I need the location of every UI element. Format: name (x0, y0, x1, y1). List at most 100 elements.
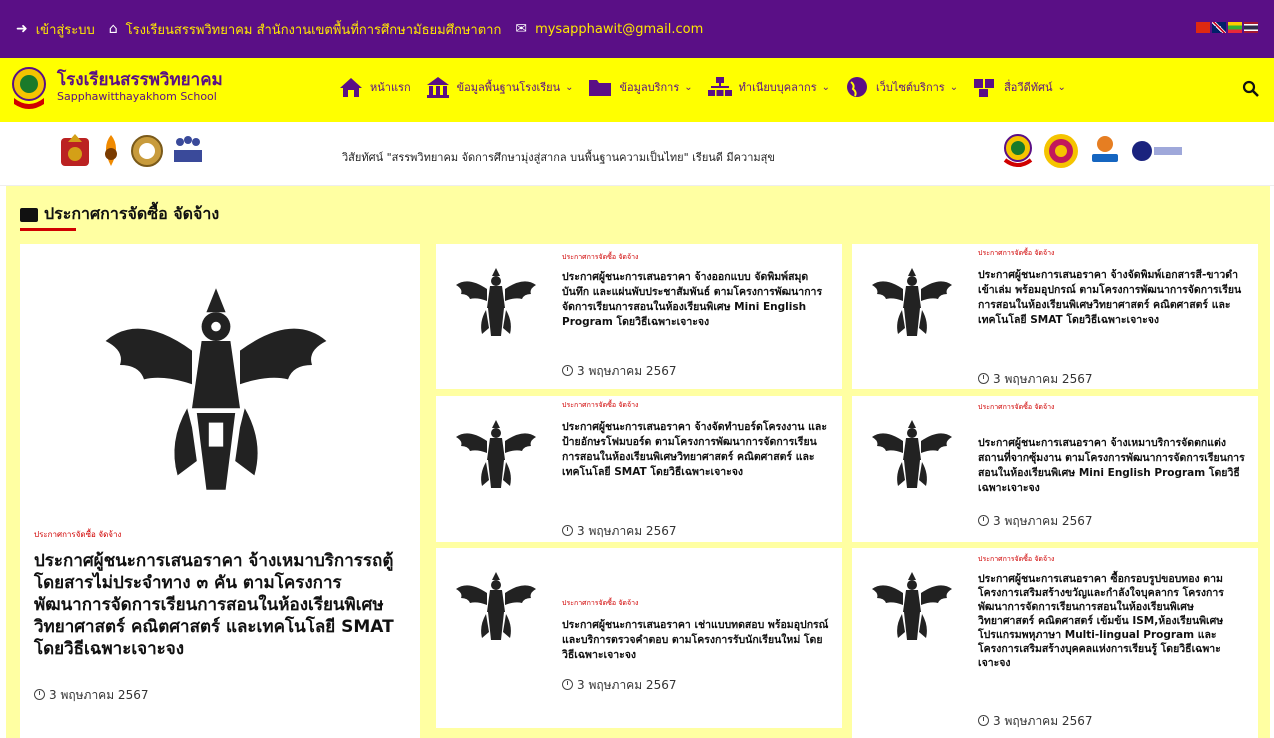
email-label: mysapphawit@gmail.com (535, 21, 704, 37)
post-title-link[interactable]: ประกาศผู้ชนะการเสนอราคา จ้างจัดพิมพ์เอกส… (978, 268, 1248, 328)
brand-name-en: Sapphawitthayakhom School (57, 90, 217, 103)
office-logo-icon (174, 136, 202, 162)
clock-icon (562, 679, 573, 690)
post-date: 3 พฤษภาคม 2567 (562, 362, 676, 381)
chevron-down-icon: ⌄ (684, 81, 693, 93)
ministry-logo-icon (131, 135, 163, 167)
login-label: เข้าสู่ระบบ (35, 22, 95, 38)
school-office-label: โรงเรียนสรรพวิทยาคม สำนักงานเขตพื้นที่กา… (125, 22, 502, 38)
flag-myanmar-icon[interactable] (1228, 22, 1242, 33)
login-icon: ➜ (16, 21, 28, 37)
flag-uk-icon[interactable] (1212, 22, 1226, 33)
post-title-link[interactable]: ประกาศผู้ชนะการเสนอราคา จ้างจัดทำบอร์ดโค… (562, 420, 832, 480)
clock-icon (978, 715, 989, 726)
nav-item-label: สื่อวีดีทัศน์ (1004, 81, 1053, 94)
post-card[interactable]: ประกาศการจัดซื้อ จัดจ้าง ประกาศผู้ชนะการ… (852, 396, 1258, 542)
procurement-section: ประกาศการจัดซื้อ จัดจ้าง ประกาศการจัดซื้… (6, 186, 1270, 738)
garuda-emblem-icon (105, 288, 327, 490)
email-link[interactable]: ✉ mysapphawit@gmail.com (515, 21, 703, 37)
post-category: ประกาศการจัดซื้อ จัดจ้าง (978, 249, 1055, 257)
home-icon (340, 78, 362, 97)
post-card[interactable]: ประกาศการจัดซื้อ จัดจ้าง ประกาศผู้ชนะการ… (436, 548, 842, 728)
school-crest-icon (1003, 134, 1033, 167)
post-date-label: 3 พฤษภาคม 2567 (577, 678, 677, 692)
partner-logos-left (58, 132, 208, 170)
folder-icon (589, 80, 612, 96)
org-chart-icon (707, 77, 732, 96)
post-category: ประกาศการจัดซื้อ จัดจ้าง (978, 555, 1055, 563)
post-date: 3 พฤษภาคม 2567 (978, 370, 1092, 389)
post-title-link[interactable]: ประกาศผู้ชนะการเสนอราคา จ้างออกแบบ จัดพิ… (562, 270, 832, 330)
school-info-icon (426, 77, 449, 98)
school-crest-icon[interactable] (8, 64, 50, 112)
nav-item-services[interactable]: ข้อมูลบริการ ⌄ (587, 75, 693, 99)
chevron-down-icon: ⌄ (821, 81, 830, 93)
garuda-emblem-icon (872, 420, 952, 488)
post-date-label: 3 พฤษภาคม 2567 (49, 688, 149, 702)
section-heading: ประกาศการจัดซื้อ จัดจ้าง (20, 202, 219, 227)
section-underline (20, 228, 76, 231)
post-title-link[interactable]: ประกาศผู้ชนะการเสนอราคา จ้างเหมาบริการรถ… (34, 550, 414, 660)
video-icon (974, 79, 995, 97)
nav-item-label: ข้อมูลบริการ (619, 81, 680, 94)
post-date: 3 พฤษภาคม 2567 (562, 676, 676, 695)
nav-item-videos[interactable]: สื่อวีดีทัศน์ ⌄ (972, 75, 1066, 99)
nav-item-home[interactable]: หน้าแรก (338, 75, 411, 99)
nav-item-websites[interactable]: เว็บไซต์บริการ ⌄ (844, 75, 958, 99)
emblem-logo-icon (61, 134, 89, 166)
post-card[interactable]: ประกาศการจัดซื้อ จัดจ้าง ประกาศผู้ชนะการ… (436, 244, 842, 389)
nav-item-school-info[interactable]: ข้อมูลพื้นฐานโรงเรียน ⌄ (425, 75, 574, 99)
top-bar: ➜ เข้าสู่ระบบ ⌂ โรงเรียนสรรพวิทยาคม สำนั… (0, 0, 1274, 58)
nav-item-label: เว็บไซต์บริการ (876, 81, 945, 94)
post-card[interactable]: ประกาศการจัดซื้อ จัดจ้าง ประกาศผู้ชนะการ… (852, 548, 1258, 738)
login-link[interactable]: ➜ เข้าสู่ระบบ (16, 19, 95, 40)
post-date: 3 พฤษภาคม 2567 (34, 686, 148, 705)
mail-icon: ✉ (515, 21, 528, 37)
nav-item-label: หน้าแรก (370, 81, 411, 94)
flag-china-icon[interactable] (1196, 22, 1210, 33)
garuda-emblem-icon (872, 268, 952, 336)
clock-icon (978, 515, 989, 526)
post-date: 3 พฤษภาคม 2567 (978, 512, 1092, 531)
partner-logos-right (1000, 132, 1184, 170)
post-date: 3 พฤษภาคม 2567 (978, 712, 1092, 731)
language-flags (1196, 22, 1258, 33)
section-title-label: ประกาศการจัดซื้อ จัดจ้าง (44, 204, 220, 223)
garuda-emblem-icon (456, 420, 536, 488)
garuda-emblem-icon (456, 268, 536, 336)
main-nav: โรงเรียนสรรพวิทยาคม Sapphawitthayakhom S… (0, 58, 1274, 122)
nav-item-label: ข้อมูลพื้นฐานโรงเรียน (456, 81, 561, 94)
garuda-emblem-icon (456, 572, 536, 640)
featured-post[interactable]: ประกาศการจัดซื้อ จัดจ้าง ประกาศผู้ชนะการ… (20, 244, 420, 738)
home-icon: ⌂ (108, 21, 118, 37)
school-office-text: ⌂ โรงเรียนสรรพวิทยาคม สำนักงานเขตพื้นที่… (109, 19, 502, 40)
post-card[interactable]: ประกาศการจัดซื้อ จัดจ้าง ประกาศผู้ชนะการ… (852, 244, 1258, 389)
post-date-label: 3 พฤษภาคม 2567 (993, 372, 1093, 386)
vision-banner: วิสัยทัศน์ "สรรพวิทยาคม จัดการศึกษามุ่งส… (0, 122, 1274, 186)
brand[interactable]: โรงเรียนสรรพวิทยาคม Sapphawitthayakhom S… (57, 70, 223, 104)
brand-name-th: โรงเรียนสรรพวิทยาคม (57, 70, 223, 90)
nav-item-staff[interactable]: ทำเนียบบุคลากร ⌄ (707, 75, 830, 99)
post-title-link[interactable]: ประกาศผู้ชนะการเสนอราคา เช่าแบบทดสอบ พร้… (562, 618, 832, 663)
post-date-label: 3 พฤษภาคม 2567 (993, 714, 1093, 728)
id-card-icon (20, 207, 38, 222)
post-title-link[interactable]: ประกาศผู้ชนะการเสนอราคา จ้างเหมาบริการจั… (978, 436, 1248, 496)
obec-logo-icon (1044, 134, 1078, 168)
flag-thailand-icon[interactable] (1244, 22, 1258, 33)
clock-icon (34, 689, 45, 700)
clock-icon (562, 365, 573, 376)
post-date-label: 3 พฤษภาคม 2567 (577, 364, 677, 378)
post-category: ประกาศการจัดซื้อ จัดจ้าง (562, 253, 639, 261)
search-icon[interactable] (1242, 80, 1260, 98)
vision-statement: วิสัยทัศน์ "สรรพวิทยาคม จัดการศึกษามุ่งส… (342, 151, 775, 164)
post-card[interactable]: ประกาศการจัดซื้อ จัดจ้าง ประกาศผู้ชนะการ… (436, 396, 842, 542)
post-title-link[interactable]: ประกาศผู้ชนะการเสนอราคา ซื้อกรอบรูปขอบทอ… (978, 572, 1248, 670)
chevron-down-icon: ⌄ (1057, 81, 1066, 93)
post-category: ประกาศการจัดซื้อ จัดจ้าง (978, 403, 1055, 411)
world-class-logo-icon (1132, 141, 1182, 161)
chevron-down-icon: ⌄ (565, 81, 574, 93)
garuda-emblem-icon (872, 572, 952, 640)
nav-menu: หน้าแรก ข้อมูลพื้นฐานโรงเรียน ⌄ ข้อมูลบร… (338, 72, 1080, 102)
chevron-down-icon: ⌄ (949, 81, 959, 93)
torch-logo-icon (105, 135, 117, 166)
